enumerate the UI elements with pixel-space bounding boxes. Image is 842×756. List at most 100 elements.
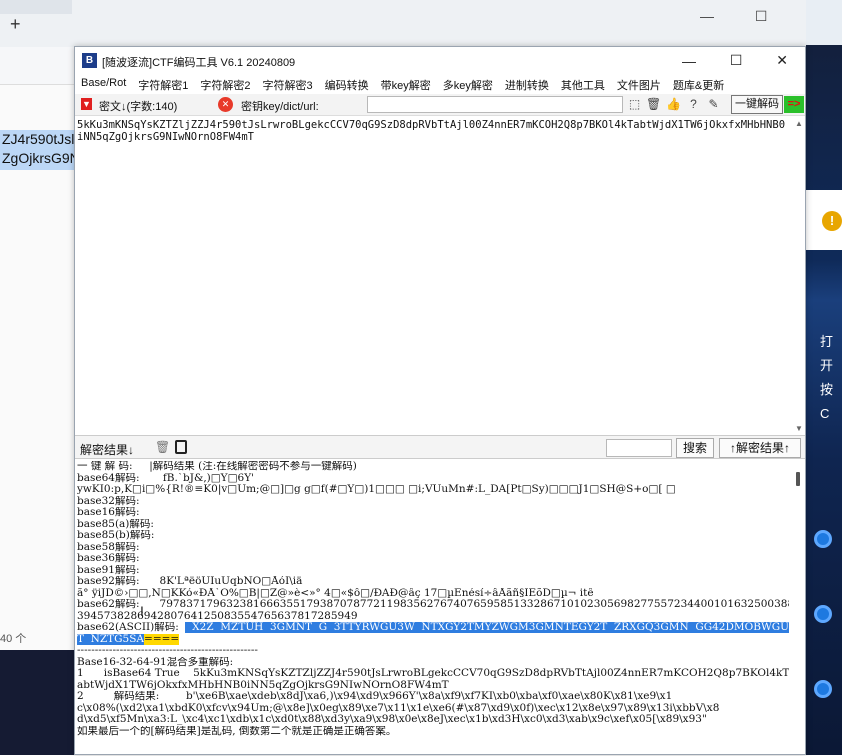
trash-icon[interactable]: 🗑 <box>646 97 661 112</box>
menu-library-update[interactable]: 题库&更新 <box>667 74 730 94</box>
toolbar: ▼ 密文↓(字数:140) ✕ 密钥key/dict/url: ⬚ 🗑 👍 ? … <box>75 94 805 116</box>
highlighted-result-text: X2Z MZTUH 3GMNT G 3TTYRWGU3W NTXGY2TMYZW… <box>185 622 789 633</box>
result-line-text: base85(a)解码: <box>77 518 154 530</box>
scroll-up-icon[interactable]: ▲ <box>795 119 803 128</box>
key-label: 密钥key/dict/url: <box>241 101 319 113</box>
result-line: base92解码: 8K'LªëöÛIuÜqbNÖ□ÅóÎ\iä <box>77 576 789 588</box>
minimize-button[interactable]: — <box>682 53 696 69</box>
result-line-text: base62(ASCII)解码: <box>77 622 186 633</box>
menu-multi-key-decrypt[interactable]: 多key解密 <box>437 74 499 94</box>
scroll-down-icon[interactable]: ▼ <box>795 424 803 433</box>
menu-radix-convert[interactable]: 进制转换 <box>499 74 555 94</box>
menu-other-tools[interactable]: 其他工具 <box>555 74 611 94</box>
menu-key-decrypt[interactable]: 带key解密 <box>375 74 437 94</box>
one-key-decode-button[interactable]: 一键解码 <box>731 95 783 114</box>
document-icon[interactable] <box>175 440 187 454</box>
text-cursor-icon: I <box>140 603 144 619</box>
result-line: 1 isBase64 True 5kKu3mKNSqYsKZTZljZZJ4r5… <box>77 668 789 680</box>
thumbs-up-icon[interactable]: 👍 <box>666 97 681 112</box>
result-line: 3945738286942807641250835547656378172859… <box>77 611 789 623</box>
result-line-text: 一 键 解 码: |解码结果 (注:在线解密密码不参与一键解码) <box>77 461 357 472</box>
clear-icon[interactable]: ✕ <box>218 97 233 112</box>
side-text-line: 打开 <box>820 334 834 373</box>
ctf-tool-window: B [随波逐流]CTF编码工具 V6.1 20240809 — ☐ ✕ Base… <box>74 46 806 755</box>
result-line: base91解码: <box>77 565 789 577</box>
decode-result-output[interactable]: 一 键 解 码: |解码结果 (注:在线解密密码不参与一键解码) base64解码… <box>75 460 791 756</box>
result-line-text: d\xd5\xf5Mn\xa3:L_\xc4\xc1\xdb\x1c\xd0t\… <box>77 714 707 725</box>
ciphertext-label: 密文↓(字数:140) <box>99 101 178 113</box>
result-line-text: base62解码: 797837179632381666355179387078… <box>77 599 789 610</box>
key-input[interactable] <box>367 96 623 113</box>
result-line: base64解码: fB.`bJ&,)□Y□6Y' <box>77 473 789 485</box>
result-line-text: ----------------------------------------… <box>77 645 258 656</box>
result-line-text: 3945738286942807641250835547656378172859… <box>77 610 358 622</box>
selected-text-line: ZgOjkrsG9N <box>2 150 74 166</box>
result-line-text: base85(b)解码: <box>77 530 155 541</box>
menu-char-decode-3[interactable]: 字符解密3 <box>257 74 319 94</box>
result-line-text: base92解码: 8K'LªëöÛIuÜqbNÖ□ÅóÎ\iä <box>77 576 303 587</box>
side-app-icon[interactable] <box>814 530 832 548</box>
menu-char-decode-2[interactable]: 字符解密2 <box>194 74 256 94</box>
result-line-text: base16解码: <box>77 507 140 518</box>
side-panel-text: 打开 按C <box>820 330 842 426</box>
result-line: c\x08%(\xd2\xa1\xbdK0\xfcv\x94Um;@\x8e]\… <box>77 703 789 715</box>
background-dark-region <box>0 650 74 755</box>
result-line-text: base58解码: <box>77 541 140 553</box>
window-controls: — ☐ ✕ <box>665 47 805 74</box>
result-line: 如果最后一个的[解码结果]是乱码, 倒数第二个就是正确是正确答案。 <box>77 726 789 738</box>
arrow-down-icon: ▼ <box>81 98 92 110</box>
result-line: d\xd5\xf5Mn\xa3:L_\xc4\xc1\xdb\x1c\xd0t\… <box>77 714 789 726</box>
result-trash-icon[interactable]: 🗑 <box>155 440 170 454</box>
side-app-icon[interactable] <box>814 605 832 623</box>
result-line: base32解码: <box>77 496 789 508</box>
window-title: [随波逐流]CTF编码工具 V6.1 20240809 <box>102 57 296 69</box>
result-line-text: abtWjdX1TW6jOkxfxMHbHNB0iNN5qZgOjkrsG9NI… <box>77 679 449 691</box>
menu-file-image[interactable]: 文件图片 <box>611 74 667 94</box>
result-line-text: base36解码: <box>77 553 140 564</box>
bg-minimize-icon[interactable]: — <box>700 8 714 25</box>
search-input[interactable] <box>606 439 672 457</box>
result-line: 2 解码结果: b'\xe6B\xae\xdeb\x8dJ\xa6,)\x94\… <box>77 691 789 703</box>
output-scrollbar[interactable] <box>793 460 805 756</box>
background-tab[interactable] <box>0 0 72 14</box>
result-line-text: base32解码: <box>77 495 140 507</box>
result-line: ----------------------------------------… <box>77 645 789 657</box>
side-app-icon[interactable] <box>814 680 832 698</box>
cursor-select-icon[interactable]: ⬚ <box>627 97 642 112</box>
help-icon[interactable]: ? <box>686 97 701 112</box>
maximize-button[interactable]: ☐ <box>730 52 743 69</box>
title-bar[interactable]: B [随波逐流]CTF编码工具 V6.1 20240809 — ☐ ✕ <box>75 47 805 74</box>
result-line: base62解码: 797837179632381666355179387078… <box>77 599 789 611</box>
menu-base-rot[interactable]: Base/Rot <box>75 74 132 94</box>
input-scrollbar[interactable]: ▲ ▼ <box>793 117 805 435</box>
new-tab-icon[interactable]: + <box>10 14 21 35</box>
go-button[interactable]: => <box>784 96 804 113</box>
result-toolbar: 解密结果↓ 🗑 搜索 ↑解密结果↑ <box>75 435 805 459</box>
background-toolbar <box>0 47 74 85</box>
background-count-label: 40 个 <box>0 633 27 645</box>
warning-icon[interactable]: ! <box>822 211 842 231</box>
background-window-controls: — ☐ ✕ <box>700 8 820 25</box>
result-line: base62(ASCII)解码: X2Z MZTUH 3GMNT G 3TTYR… <box>77 622 789 634</box>
menu-char-decode-1[interactable]: 字符解密1 <box>132 74 194 94</box>
selected-text-line: ZJ4r590tJsl <box>2 131 74 147</box>
result-line-text: ã° ÿiJD©›□□,Ñ□KKó«ÐÅ`Ö%□B|□Z@»è<»° 4□«$ô… <box>77 587 594 599</box>
result-line-text: ywKI0:p,K□i□%{R!®≡K0|v□Um;@□]□g g□f(#□Y□… <box>77 484 676 495</box>
close-button[interactable]: ✕ <box>776 52 788 69</box>
result-line: base16解码: <box>77 507 789 519</box>
result-label: 解密结果↓ <box>80 443 135 457</box>
scroll-thumb[interactable] <box>796 472 800 486</box>
background-selected-text[interactable]: ZJ4r590tJsl ZgOjkrsG9N <box>0 130 74 170</box>
result-line: base85(b)解码: <box>77 530 789 542</box>
result-line: Base16-32-64-91混合多重解码: <box>77 657 789 669</box>
result-line-text: 1 isBase64 True 5kKu3mKNSqYsKZTZljZZJ4r5… <box>77 668 789 679</box>
edit-icon[interactable]: ✎ <box>706 97 721 112</box>
menu-encoding-convert[interactable]: 编码转换 <box>319 74 375 94</box>
result-line-text: base64解码: fB.`bJ&,)□Y□6Y' <box>77 472 255 484</box>
result-line: ã° ÿiJD©›□□,Ñ□KKó«ÐÅ`Ö%□B|□Z@»è<»° 4□«$ô… <box>77 588 789 600</box>
result-line: abtWjdX1TW6jOkxfxMHbHNB0iNN5qZgOjkrsG9NI… <box>77 680 789 692</box>
result-up-button[interactable]: ↑解密结果↑ <box>719 438 801 458</box>
bg-maximize-icon[interactable]: ☐ <box>755 8 768 25</box>
ciphertext-input[interactable]: 5kKu3mKNSqYsKZTZljZZJ4r590tJsLrwroBLgekc… <box>75 117 791 435</box>
search-button[interactable]: 搜索 <box>676 438 714 458</box>
